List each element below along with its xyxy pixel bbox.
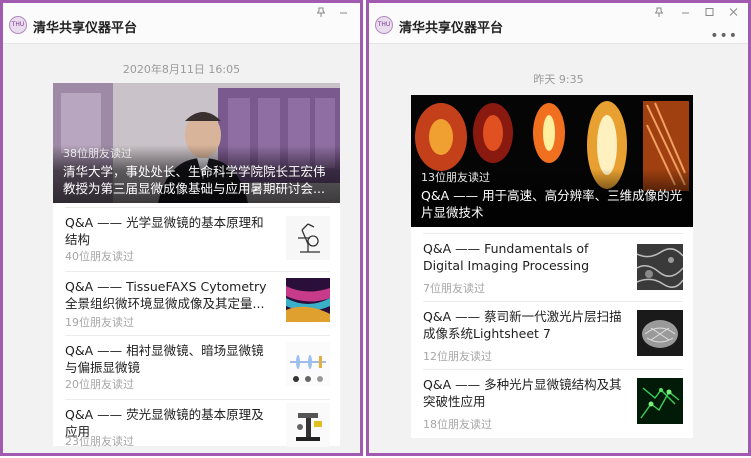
app-logo: THU — [375, 16, 393, 34]
pin-icon[interactable] — [314, 7, 328, 19]
hero-article[interactable]: 38位朋友读过 清华大学，事处处长、生命科学学院院长王宏伟教授为第三届显微成像基… — [53, 83, 340, 203]
message-timestamp: 2020年8月11日 16:05 — [122, 63, 241, 76]
article-card: 13位朋友读过 Q&A —— 用于高速、高分辨率、三维成像的光片显微技术 Q&A… — [411, 95, 693, 438]
minimize-icon[interactable] — [336, 7, 350, 19]
item-title: Q&A —— 光学显微镜的基本原理和结构 — [65, 215, 264, 247]
hero-article[interactable]: 13位朋友读过 Q&A —— 用于高速、高分辨率、三维成像的光片显微技术 — [411, 95, 693, 227]
title-bar: THU 清华共享仪器平台 ••• — [369, 3, 748, 44]
list-item[interactable]: Q&A —— 光学显微镜的基本原理和结构 40位朋友读过 — [65, 207, 330, 266]
optics-thumbnail — [286, 342, 330, 386]
digital-imaging-thumbnail — [637, 244, 683, 290]
pin-icon[interactable] — [652, 7, 666, 19]
maximize-icon[interactable] — [702, 7, 716, 19]
lightsheet-thumbnail — [637, 310, 683, 356]
more-options-icon[interactable]: ••• — [710, 29, 738, 43]
item-read-count: 20位朋友读过 — [65, 378, 134, 391]
item-read-count: 23位朋友读过 — [65, 435, 134, 448]
item-read-count: 40位朋友读过 — [65, 250, 134, 263]
chat-window-left: THU 清华共享仪器平台 2020年8月11日 16:05 38位朋友读过 清华… — [0, 0, 363, 456]
item-read-count: 19位朋友读过 — [65, 316, 134, 329]
chat-window-right: THU 清华共享仪器平台 ••• 昨天 9:35 13位朋友读过 Q&A —— … — [366, 0, 751, 456]
app-logo: THU — [9, 16, 27, 34]
list-item[interactable]: Q&A —— 相衬显微镜、暗场显微镜与偏振显微镜 20位朋友读过 — [65, 335, 330, 394]
list-item[interactable]: Q&A —— Fundamentals of Digital Imaging P… — [423, 233, 683, 298]
item-title: Q&A —— 多种光片显微镜结构及其突破性应用 — [423, 377, 622, 409]
list-item[interactable]: Q&A —— 荧光显微镜的基本原理及应用 23位朋友读过 — [65, 399, 330, 448]
item-title: Q&A —— 蔡司新一代激光片层扫描成像系统Lightsheet 7 — [423, 309, 622, 341]
app-title: 清华共享仪器平台 — [33, 21, 138, 36]
neurons-thumbnail — [637, 378, 683, 424]
item-read-count: 7位朋友读过 — [423, 282, 485, 295]
minimize-icon[interactable] — [678, 7, 692, 19]
microscope-thumbnail — [286, 216, 330, 260]
app-title: 清华共享仪器平台 — [399, 21, 504, 36]
item-title: Q&A —— TissueFAXS Cytometry全景组织微环境显微成像及其… — [65, 279, 267, 311]
item-read-count: 18位朋友读过 — [423, 418, 492, 431]
item-title: Q&A —— 相衬显微镜、暗场显微镜与偏振显微镜 — [65, 343, 264, 375]
item-title: Q&A —— Fundamentals of Digital Imaging P… — [423, 241, 590, 273]
hero-title: Q&A —— 用于高速、高分辨率、三维成像的光片显微技术 — [421, 188, 683, 220]
item-read-count: 12位朋友读过 — [423, 350, 492, 363]
list-item[interactable]: Q&A —— 多种光片显微镜结构及其突破性应用 18位朋友读过 — [423, 369, 683, 439]
fluorescence-microscope-thumbnail — [286, 403, 330, 447]
article-card: 38位朋友读过 清华大学，事处处长、生命科学学院院长王宏伟教授为第三届显微成像基… — [53, 83, 340, 448]
message-timestamp: 昨天 9:35 — [533, 73, 584, 86]
close-icon[interactable] — [726, 7, 740, 19]
hero-title: 清华大学，事处处长、生命科学学院院长王宏伟教授为第三届显微成像基础与应用暑期研讨… — [63, 164, 326, 196]
hero-read-count: 38位朋友读过 — [63, 147, 132, 160]
title-bar: THU 清华共享仪器平台 — [3, 3, 360, 44]
list-item[interactable]: Q&A —— TissueFAXS Cytometry全景组织微环境显微成像及其… — [65, 271, 330, 330]
tissue-thumbnail — [286, 278, 330, 322]
list-item[interactable]: Q&A —— 蔡司新一代激光片层扫描成像系统Lightsheet 7 12位朋友… — [423, 301, 683, 366]
hero-read-count: 13位朋友读过 — [421, 171, 490, 184]
